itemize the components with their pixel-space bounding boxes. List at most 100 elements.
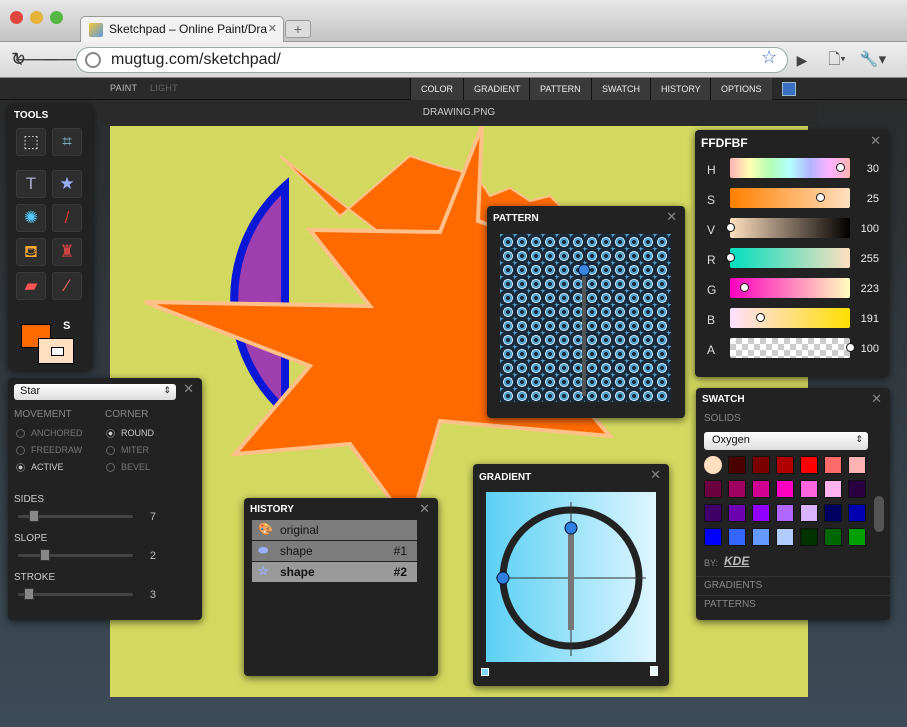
swatch-color[interactable] <box>704 480 722 498</box>
history-item[interactable]: ⬬ shape #1 <box>252 541 417 561</box>
pattern-slider-knob[interactable] <box>578 264 590 276</box>
address-bar[interactable]: ↻ mugtug.com/sketchpad/ ☆ <box>11 47 788 73</box>
eyedropper-icon[interactable]: ⁄ <box>52 272 82 300</box>
mode-light[interactable]: LIGHT <box>150 83 178 93</box>
swatch-color[interactable] <box>776 456 794 474</box>
slider-thumb[interactable] <box>40 549 50 561</box>
swatch-color[interactable] <box>824 504 842 522</box>
swatch-color[interactable] <box>800 480 818 498</box>
stamp-icon[interactable]: ♜ <box>52 238 82 266</box>
swatch-color[interactable] <box>824 480 842 498</box>
history-item[interactable]: 🎨 original <box>252 520 417 540</box>
crop-icon[interactable]: ⌗ <box>52 128 82 156</box>
close-icon[interactable]: ✕ <box>871 391 882 407</box>
swatch-color[interactable] <box>800 456 818 474</box>
swatch-color[interactable] <box>704 504 722 522</box>
close-icon[interactable]: ✕ <box>419 501 430 517</box>
movement-radio-anchored[interactable] <box>16 429 25 438</box>
go-icon[interactable]: ▶ <box>790 49 814 71</box>
text-tool-icon[interactable]: T <box>16 170 46 198</box>
gradients-section[interactable]: GRADIENTS <box>696 576 890 594</box>
slider-thumb[interactable] <box>29 510 39 522</box>
corner-radio-miter[interactable] <box>106 446 115 455</box>
swatch-color[interactable] <box>776 504 794 522</box>
spirograph-icon[interactable]: ✺ <box>16 204 46 232</box>
palette-select[interactable]: Oxygen ⇕ <box>704 432 868 450</box>
patterns-section[interactable]: PATTERNS <box>696 595 890 613</box>
stroke-color-swatch[interactable] <box>38 338 74 364</box>
menu-options[interactable]: OPTIONS <box>710 78 772 100</box>
channel-knob[interactable] <box>726 223 735 232</box>
eraser-icon[interactable]: ▰ <box>16 272 46 300</box>
minimize-window-button[interactable] <box>30 11 43 24</box>
channel-knob[interactable] <box>756 313 765 322</box>
shape-select[interactable]: Star ⇕ <box>14 384 176 400</box>
swatch-color[interactable] <box>752 504 770 522</box>
close-icon[interactable]: ✕ <box>870 133 881 149</box>
gradient-stop-end[interactable] <box>650 666 658 676</box>
channel-slider-s[interactable] <box>730 188 850 208</box>
swatch-color[interactable] <box>800 528 818 546</box>
channel-knob[interactable] <box>726 253 735 262</box>
mode-paint[interactable]: PAINT <box>110 83 137 93</box>
zoom-window-button[interactable] <box>50 11 63 24</box>
corner-radio-round[interactable] <box>106 429 115 438</box>
gradient-preview[interactable] <box>486 492 656 662</box>
menu-gradient[interactable]: GRADIENT <box>463 78 531 100</box>
gradient-stop-start[interactable] <box>481 668 489 676</box>
close-icon[interactable]: ✕ <box>666 209 677 225</box>
swatch-color[interactable] <box>728 480 746 498</box>
swatch-color[interactable] <box>752 456 770 474</box>
close-tab-icon[interactable]: ✕ <box>268 22 277 35</box>
swatch-color[interactable] <box>752 528 770 546</box>
channel-slider-v[interactable] <box>730 218 850 238</box>
save-icon[interactable] <box>782 82 796 96</box>
swatch-color[interactable] <box>728 504 746 522</box>
close-icon[interactable]: ✕ <box>183 381 194 397</box>
gradient-handle-top[interactable] <box>564 521 578 535</box>
channel-slider-b[interactable] <box>730 308 850 328</box>
channel-slider-h[interactable] <box>730 158 850 178</box>
slider-thumb[interactable] <box>23 588 34 600</box>
swatch-color[interactable] <box>728 528 746 546</box>
close-window-button[interactable] <box>10 11 23 24</box>
swatch-color[interactable] <box>848 504 866 522</box>
swatch-color[interactable] <box>848 480 866 498</box>
swatch-color[interactable] <box>824 456 842 474</box>
wrench-menu-icon[interactable]: 🔧▾ <box>858 49 888 71</box>
close-icon[interactable]: ✕ <box>650 467 661 483</box>
pattern-preview[interactable] <box>500 234 671 402</box>
swatch-color[interactable] <box>848 528 866 546</box>
corner-radio-bevel[interactable] <box>106 463 115 472</box>
swatch-color[interactable] <box>776 480 794 498</box>
menu-history[interactable]: HISTORY <box>650 78 711 100</box>
swatch-color[interactable] <box>704 528 722 546</box>
solids-section[interactable]: SOLIDS <box>696 410 890 428</box>
menu-color[interactable]: COLOR <box>410 78 464 100</box>
swatch-color[interactable] <box>776 528 794 546</box>
new-tab-button[interactable]: + <box>285 20 311 38</box>
lasso-select-icon[interactable]: ⬚ <box>16 128 46 156</box>
swatch-color[interactable] <box>704 456 722 474</box>
channel-knob[interactable] <box>816 193 825 202</box>
swatch-color[interactable] <box>848 456 866 474</box>
bookmark-star-icon[interactable]: ☆ <box>761 47 777 68</box>
reload-icon[interactable]: ↻ <box>11 49 26 70</box>
swatch-color[interactable] <box>752 480 770 498</box>
forward-icon[interactable]: 🡒 <box>42 49 88 71</box>
browser-tab[interactable]: Sketchpad – Online Paint/Dra ✕ <box>80 16 284 43</box>
brush-icon[interactable]: / <box>52 204 82 232</box>
swatch-color[interactable] <box>800 504 818 522</box>
swatch-color[interactable] <box>728 456 746 474</box>
history-item[interactable]: ☆ shape #2 <box>252 562 417 582</box>
swatch-scrollbar[interactable] <box>874 496 884 532</box>
author-link[interactable]: KDE <box>724 554 749 568</box>
menu-pattern[interactable]: PATTERN <box>529 78 591 100</box>
swatch-color[interactable] <box>824 528 842 546</box>
channel-slider-a[interactable] <box>730 338 850 358</box>
shape-star-icon[interactable]: ★ <box>52 170 82 198</box>
channel-slider-r[interactable] <box>730 248 850 268</box>
page-menu-icon[interactable]: 🗋▾ <box>822 49 852 71</box>
movement-radio-active[interactable] <box>16 463 25 472</box>
movement-radio-freedraw[interactable] <box>16 446 25 455</box>
